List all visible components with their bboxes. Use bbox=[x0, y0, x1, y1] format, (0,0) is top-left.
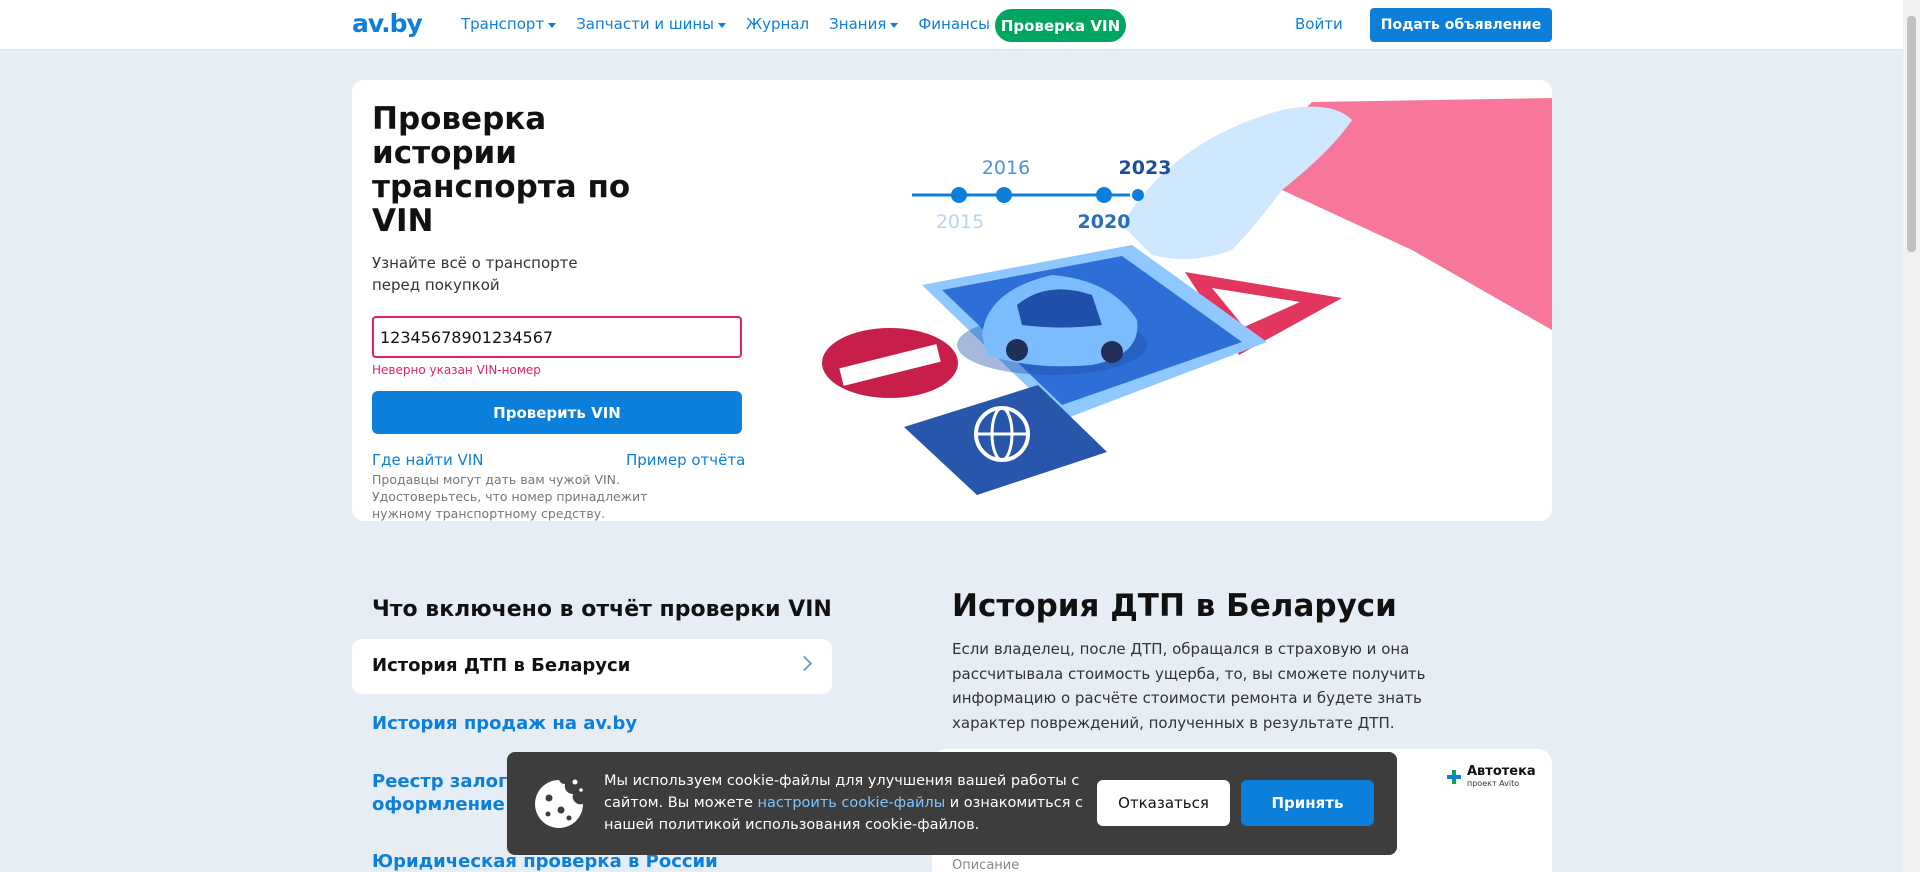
timeline-dot bbox=[1132, 189, 1144, 201]
detail-title: История ДТП в Беларуси bbox=[952, 588, 1397, 624]
nav-item-parts[interactable]: Запчасти и шины bbox=[576, 15, 726, 33]
post-ad-button[interactable]: Подать объявление bbox=[1370, 8, 1552, 42]
hero-illustration: 2015 2016 2020 2023 bbox=[822, 98, 1552, 495]
timeline-dot bbox=[1096, 187, 1112, 203]
hero-subtitle: Узнайте всё о транспорте перед покупкой bbox=[372, 254, 578, 294]
check-vin-button[interactable]: Проверить VIN bbox=[372, 391, 742, 434]
vin-input[interactable] bbox=[372, 316, 742, 358]
chevron-down-icon bbox=[890, 22, 899, 28]
detail-description: Если владелец, после ДТП, обращался в ст… bbox=[952, 640, 1426, 732]
timeline-year-2020: 2020 bbox=[1078, 211, 1131, 233]
av-by-logo[interactable]: av.by bbox=[352, 9, 423, 38]
nav-item-knowledge[interactable]: Знания bbox=[829, 15, 899, 33]
main-nav: Транспорт Запчасти и шины Журнал Знания … bbox=[461, 15, 990, 33]
vin-check-hero: Проверка истории транспорта по VIN Узнай… bbox=[352, 80, 1552, 521]
preview-label: Описание bbox=[952, 858, 1020, 872]
nav-item-finance[interactable]: Финансы bbox=[918, 15, 990, 33]
report-item-pledge-registry[interactable]: Реестр залог bbox=[372, 771, 507, 792]
page-title: Проверка истории транспорта по VIN bbox=[372, 101, 631, 239]
timeline-dot bbox=[951, 187, 967, 203]
cookie-decline-button[interactable]: Отказаться bbox=[1097, 780, 1230, 826]
nav-label: Запчасти и шины bbox=[576, 15, 714, 33]
report-item-registration[interactable]: оформление в bbox=[372, 794, 523, 815]
login-link[interactable]: Войти bbox=[1295, 15, 1343, 33]
chevron-down-icon bbox=[718, 22, 726, 28]
nav-label: Журнал bbox=[746, 15, 810, 33]
cookie-settings-link[interactable]: настроить cookie-файлы bbox=[758, 795, 946, 811]
brand-name: Автотека bbox=[1467, 764, 1536, 779]
vin-check-nav-button[interactable]: Проверка VIN bbox=[995, 9, 1126, 42]
sample-report-link[interactable]: Пример отчёта bbox=[626, 451, 745, 469]
where-to-find-vin-link[interactable]: Где найти VIN bbox=[372, 451, 483, 469]
report-item-label: История ДТП в Беларуси bbox=[372, 655, 631, 676]
nav-label: Транспорт bbox=[461, 15, 545, 33]
chevron-down-icon bbox=[548, 22, 557, 28]
vin-error-message: Неверно указан VIN-номер bbox=[372, 363, 541, 377]
report-item-active[interactable]: История ДТП в Беларуси bbox=[352, 639, 832, 694]
cookie-icon bbox=[535, 779, 583, 828]
vin-hint-text: Продавцы могут дать вам чужой VIN. Удост… bbox=[372, 472, 648, 521]
site-header: av.by Транспорт Запчасти и шины Журнал З… bbox=[0, 0, 1903, 50]
nav-label: Знания bbox=[829, 15, 887, 33]
cookie-accept-button[interactable]: Принять bbox=[1241, 780, 1374, 826]
nav-item-transport[interactable]: Транспорт bbox=[461, 15, 557, 33]
brand-subtitle: проект Avito bbox=[1467, 779, 1520, 788]
report-item-sales-history[interactable]: История продаж на av.by bbox=[372, 713, 637, 734]
timeline-year-2015: 2015 bbox=[936, 211, 984, 233]
nav-item-journal[interactable]: Журнал bbox=[746, 15, 809, 33]
report-section-title: Что включено в отчёт проверки VIN bbox=[372, 597, 832, 622]
timeline-year-2016: 2016 bbox=[982, 157, 1030, 179]
page-scrollbar[interactable] bbox=[1903, 0, 1920, 872]
autoteka-brand: Автотека проект Avito bbox=[1467, 764, 1536, 790]
cookie-banner: Мы используем cookie-файлы для улучшения… bbox=[507, 752, 1397, 855]
autoteka-logo-icon bbox=[1447, 770, 1461, 784]
chevron-right-icon bbox=[796, 655, 813, 672]
timeline-year-2023: 2023 bbox=[1119, 157, 1172, 179]
timeline-dot bbox=[996, 187, 1012, 203]
cookie-message: Мы используем cookie-файлы для улучшения… bbox=[604, 770, 1084, 836]
nav-label: Финансы bbox=[918, 15, 990, 33]
scrollbar-thumb[interactable] bbox=[1907, 16, 1916, 252]
